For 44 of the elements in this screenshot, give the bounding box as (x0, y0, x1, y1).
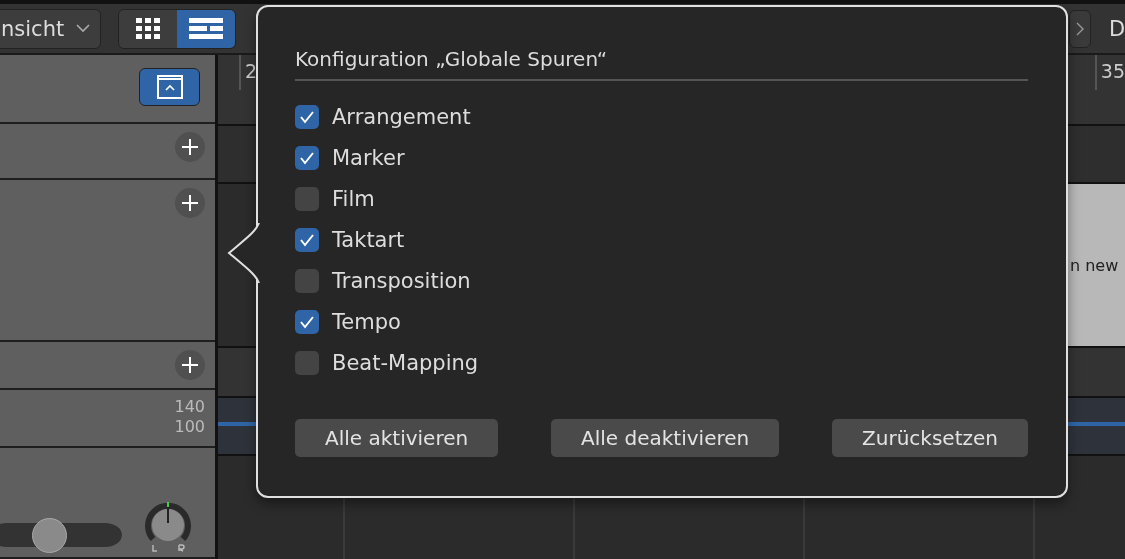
collapse-icon (156, 75, 183, 99)
plus-icon (181, 138, 199, 156)
checkbox[interactable] (295, 227, 319, 252)
tempo-value: 100 (174, 417, 205, 437)
checkbox[interactable] (295, 350, 319, 375)
toolbar-label: D (1109, 16, 1125, 41)
checkbox-item[interactable]: Film (295, 178, 1028, 219)
popover-button[interactable]: Alle aktivieren (295, 419, 499, 457)
checkmark-icon (299, 150, 315, 165)
add-button[interactable] (175, 350, 205, 380)
checkbox[interactable] (295, 309, 319, 334)
popover-title: Konfiguration „Globale Spuren“ (295, 47, 1028, 81)
slider-thumb[interactable] (32, 518, 68, 553)
add-button[interactable] (175, 132, 205, 162)
collapse-button[interactable] (139, 68, 200, 106)
checkbox-item[interactable]: Marker (295, 137, 1028, 178)
view-toggle[interactable] (119, 9, 178, 48)
checkmark-icon (299, 109, 315, 124)
tempo-value: 140 (174, 397, 205, 417)
view-menu[interactable]: nsicht (0, 8, 102, 49)
bar-number: 35 (1094, 55, 1125, 90)
checkbox-item[interactable]: Taktart (295, 219, 1028, 260)
checkbox[interactable] (295, 268, 319, 293)
checkbox[interactable] (295, 145, 319, 170)
checkmark-icon (299, 232, 315, 247)
checkbox-item[interactable]: Transposition (295, 260, 1028, 301)
chevron-down-icon (76, 24, 91, 33)
view-toggle[interactable] (177, 9, 236, 48)
checkbox-item[interactable]: Tempo (295, 301, 1028, 342)
region-text: n new (1070, 255, 1119, 275)
list-icon (189, 17, 224, 40)
checkbox[interactable] (295, 186, 319, 211)
popover-button[interactable]: Alle deaktivieren (551, 419, 780, 457)
grid-icon (136, 17, 161, 40)
plus-icon (181, 194, 199, 212)
popover-button[interactable]: Zurücksetzen (832, 419, 1028, 457)
plus-icon (181, 356, 199, 374)
checkbox-item[interactable]: Arrangement (295, 96, 1028, 137)
add-button[interactable] (175, 188, 205, 218)
checkbox[interactable] (295, 104, 319, 129)
forward-button[interactable] (1069, 9, 1091, 48)
checkbox-item[interactable]: Beat-Mapping (295, 342, 1028, 383)
checkmark-icon (299, 314, 315, 329)
chevron-right-icon (1076, 21, 1084, 36)
